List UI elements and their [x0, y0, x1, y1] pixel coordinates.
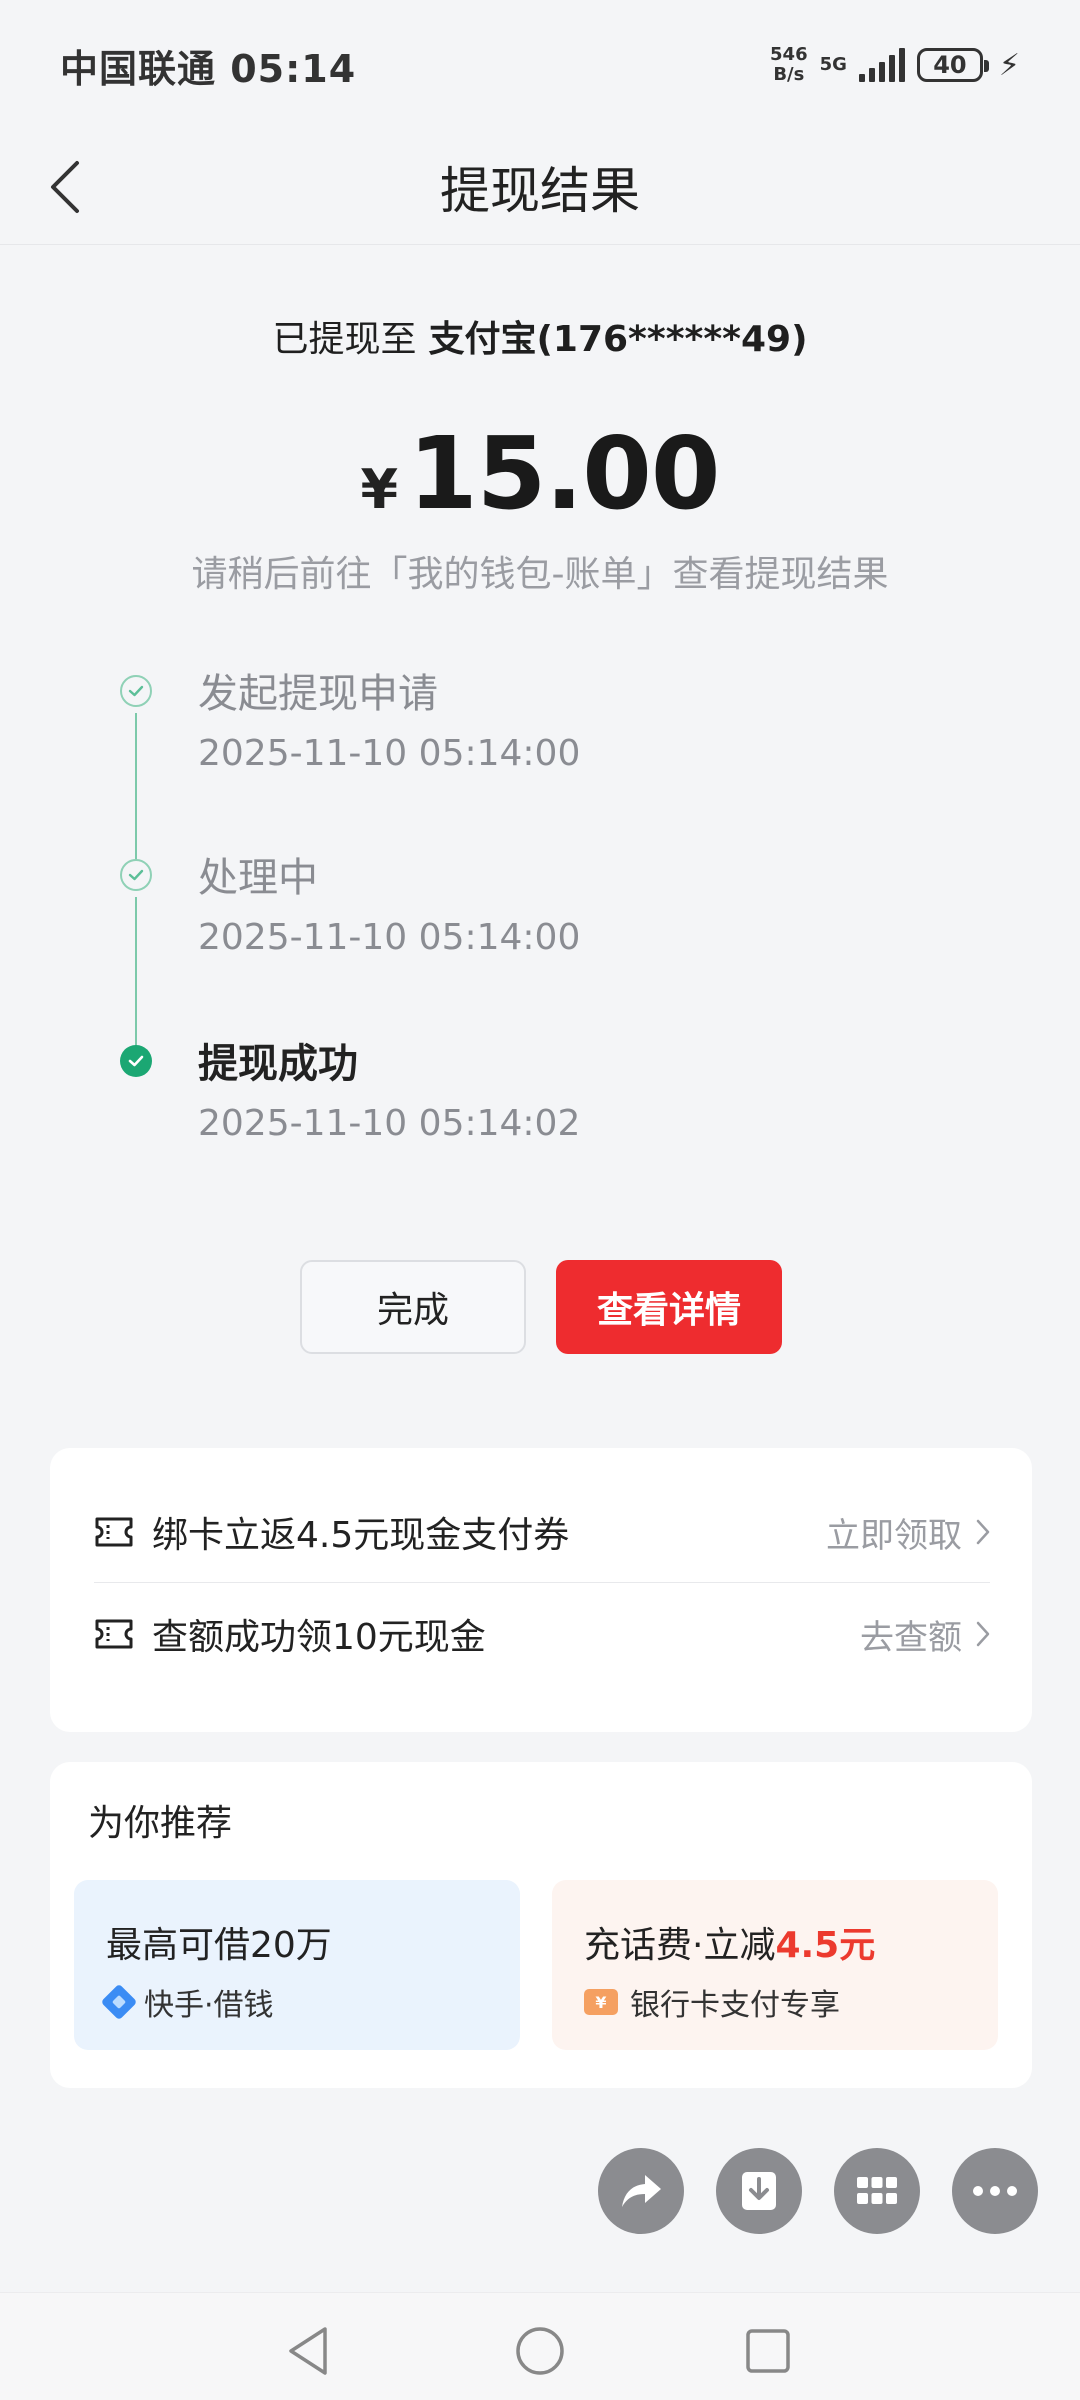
divider — [94, 1582, 990, 1583]
save-button[interactable] — [716, 2148, 802, 2234]
download-icon — [742, 2172, 776, 2210]
check-circle-icon — [120, 675, 152, 707]
signal-icon — [858, 48, 905, 82]
carrier-time: 中国联通 05:14 — [60, 46, 357, 91]
promotions-card: 绑卡立返4.5元现金支付券 立即领取 查额成功领10元现金 去查额 — [50, 1448, 1032, 1732]
promo-text: 查额成功领10元现金 — [152, 1617, 486, 1658]
promo-action[interactable]: 立即领取 — [826, 1508, 990, 1557]
timeline-connector — [135, 713, 137, 873]
share-icon — [622, 2175, 661, 2207]
tile-title: 最高可借20万 — [106, 1925, 332, 1966]
nav-recents-button[interactable] — [738, 2321, 798, 2381]
more-dots-icon — [973, 2186, 1017, 2196]
diamond-icon — [100, 1983, 138, 2021]
result-hint: 请稍后前往「我的钱包-账单」查看提现结果 — [191, 554, 889, 595]
step-title: 发起提现申请 — [198, 671, 438, 717]
page-title: 提现结果 — [440, 162, 640, 220]
system-nav-bar — [0, 2292, 1080, 2400]
chevron-right-icon — [976, 1519, 990, 1545]
recommend-title: 为你推荐 — [88, 1803, 233, 1844]
square-recents-icon — [746, 2329, 790, 2373]
done-button[interactable]: 完成 — [300, 1260, 526, 1354]
promo-action-label: 去查额 — [860, 1617, 962, 1658]
amount-row: ¥ 15.00 — [0, 415, 1080, 532]
circle-home-icon — [516, 2327, 564, 2375]
success-check-icon — [120, 1045, 152, 1077]
currency-symbol: ¥ — [360, 458, 399, 521]
network-speed: 546 B/s — [770, 44, 808, 85]
status-indicators: 546 B/s 5G 40 ⚡ — [770, 45, 1020, 85]
step-title: 处理中 — [198, 855, 318, 901]
more-button[interactable] — [952, 2148, 1038, 2234]
step-time: 2025-11-10 05:14:00 — [198, 917, 581, 958]
step-time: 2025-11-10 05:14:02 — [198, 1103, 581, 1144]
destination-account: 支付宝(176******49) — [428, 319, 808, 360]
bank-card-icon: ¥ — [584, 1989, 618, 2015]
network-type: 5G — [819, 54, 847, 75]
battery-level: 40 — [933, 51, 967, 79]
grid-icon — [857, 2177, 897, 2204]
share-button[interactable] — [598, 2148, 684, 2234]
chevron-right-icon — [976, 1621, 990, 1647]
destination-label: 已提现至 — [272, 319, 417, 360]
step-title: 提现成功 — [198, 1041, 358, 1087]
recommend-tile-loan[interactable]: 最高可借20万 快手·借钱 — [74, 1880, 520, 2050]
tile-subtitle: ¥ 银行卡支付专享 — [584, 1980, 840, 2024]
step-time: 2025-11-10 05:14:00 — [198, 733, 581, 774]
recommend-tile-recharge[interactable]: 充话费·立减4.5元 ¥ 银行卡支付专享 — [552, 1880, 998, 2050]
nav-bar: 提现结果 — [0, 130, 1080, 245]
coupon-icon — [95, 1517, 133, 1547]
tile-subtitle: 快手·借钱 — [100, 1980, 274, 2024]
chevron-left-icon — [51, 161, 79, 213]
nav-home-button[interactable] — [510, 2321, 570, 2381]
apps-button[interactable] — [834, 2148, 920, 2234]
promo-action[interactable]: 去查额 — [860, 1610, 990, 1659]
withdraw-amount: 15.00 — [408, 415, 720, 532]
timeline-connector — [135, 897, 137, 1057]
tile-title: 充话费·立减4.5元 — [584, 1925, 876, 1966]
promo-item-credit-check[interactable]: 查额成功领10元现金 去查额 — [94, 1584, 990, 1684]
promo-action-label: 立即领取 — [826, 1515, 962, 1556]
nav-back-button[interactable] — [278, 2321, 338, 2381]
withdraw-destination: 已提现至 支付宝(176******49) — [0, 310, 1080, 362]
promo-item-bind-card[interactable]: 绑卡立返4.5元现金支付券 立即领取 — [94, 1482, 990, 1582]
triangle-back-icon — [289, 2327, 327, 2375]
promo-text: 绑卡立返4.5元现金支付券 — [152, 1515, 570, 1556]
coupon-icon — [95, 1619, 133, 1649]
charging-icon: ⚡ — [998, 47, 1020, 83]
view-details-button[interactable]: 查看详情 — [556, 1260, 782, 1354]
check-circle-icon — [120, 859, 152, 891]
status-bar: 中国联通 05:14 546 B/s 5G 40 ⚡ — [0, 0, 1080, 130]
battery-icon: 40 — [916, 48, 989, 82]
back-button[interactable] — [30, 152, 100, 222]
recommend-card: 为你推荐 最高可借20万 快手·借钱 充话费·立减4.5元 ¥ 银行卡支付专享 — [50, 1762, 1032, 2088]
